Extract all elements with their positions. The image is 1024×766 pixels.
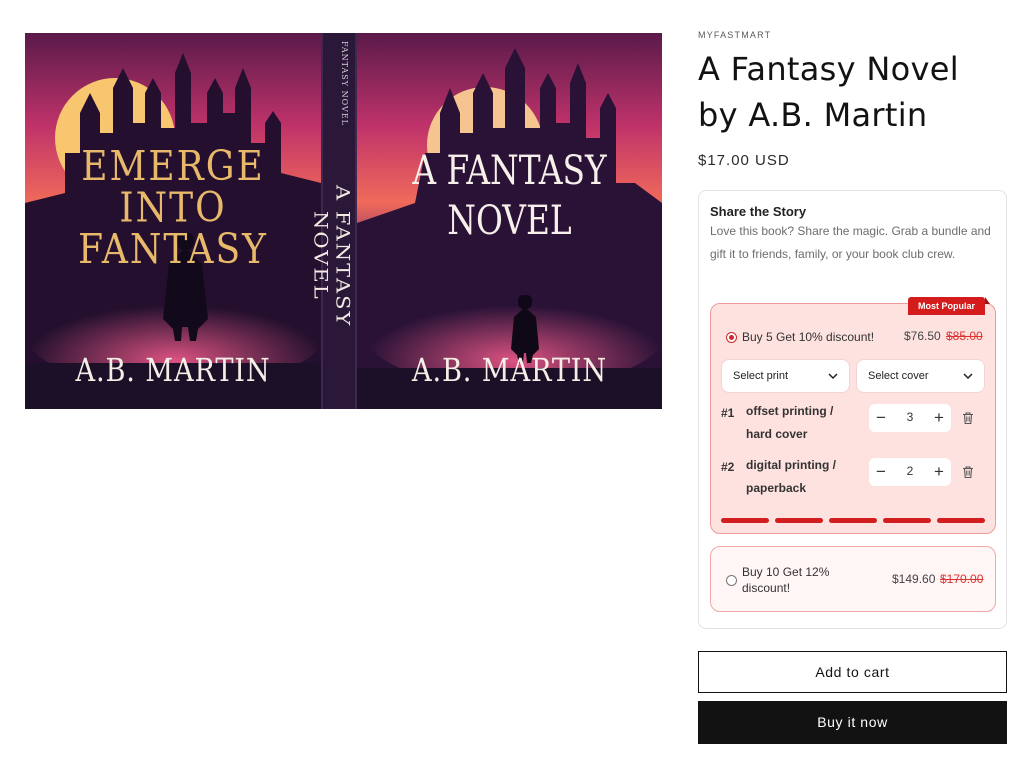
cover-spine-subtitle: FANTASY NOVEL bbox=[340, 41, 349, 126]
decrease-quantity-button[interactable]: − bbox=[871, 408, 891, 428]
cover-front-panel: A FANTASY NOVEL A.B. MARTIN bbox=[357, 33, 662, 409]
bundle-progress-bar bbox=[721, 518, 985, 523]
offer-compare-price: $85.00 bbox=[946, 329, 983, 343]
select-cover-dropdown[interactable]: Select cover bbox=[857, 360, 984, 392]
trash-icon[interactable] bbox=[961, 411, 975, 425]
select-print-label: Select print bbox=[733, 370, 789, 382]
trash-icon[interactable] bbox=[961, 465, 975, 479]
offer-price: $76.50 bbox=[904, 329, 941, 343]
progress-segment bbox=[775, 518, 823, 523]
quantity-value[interactable]: 3 bbox=[899, 410, 921, 424]
cover-back-title: EMERGE INTO FANTASY bbox=[78, 143, 268, 274]
progress-segment bbox=[937, 518, 985, 523]
bundle-header: Share the Story Love this book? Share th… bbox=[710, 204, 995, 265]
item-variant-name: digital printing / paperback bbox=[746, 458, 836, 495]
buy-it-now-button[interactable]: Buy it now bbox=[698, 701, 1007, 744]
offer-label: Buy 10 Get 12% discount! bbox=[742, 565, 830, 595]
cover-front-author: A.B. MARTIN bbox=[411, 351, 608, 389]
item-variant-name: offset printing / hard cover bbox=[746, 404, 834, 441]
bundle-offer-buy-10[interactable]: Buy 10 Get 12% discount! $149.60 $170.00 bbox=[710, 546, 996, 612]
progress-segment bbox=[829, 518, 877, 523]
bundle-item-row: #2 digital printing / paperback − 2 + bbox=[721, 456, 985, 502]
cover-front-title: A FANTASY NOVEL bbox=[384, 146, 634, 246]
bundle-widget: Share the Story Love this book? Share th… bbox=[698, 190, 1007, 629]
quantity-stepper: − 2 + bbox=[869, 458, 951, 486]
bundle-item-row: #1 offset printing / hard cover − 3 + bbox=[721, 402, 985, 448]
item-number: #1 bbox=[721, 406, 735, 420]
offer-radio-selected[interactable] bbox=[726, 332, 737, 343]
add-to-cart-button[interactable]: Add to cart bbox=[698, 651, 1007, 693]
item-number: #2 bbox=[721, 460, 735, 474]
quantity-stepper: − 3 + bbox=[869, 404, 951, 432]
product-image[interactable]: EMERGE INTO FANTASY A.B. MARTIN FANTASY … bbox=[25, 33, 662, 409]
chevron-down-icon bbox=[828, 373, 838, 380]
product-info: MYFASTMART A Fantasy Novel by A.B. Marti… bbox=[698, 30, 1007, 169]
bundle-offer-buy-5[interactable]: Most Popular Buy 5 Get 10% discount! $76… bbox=[710, 297, 996, 534]
cover-front-title-line1: A FANTASY bbox=[412, 148, 607, 194]
bundle-title: Share the Story bbox=[710, 204, 807, 219]
offer-compare-price: $170.00 bbox=[940, 572, 984, 586]
cover-front-title-line2: NOVEL bbox=[447, 198, 572, 244]
quantity-value[interactable]: 2 bbox=[899, 464, 921, 478]
select-print-dropdown[interactable]: Select print bbox=[722, 360, 849, 392]
cover-spine: FANTASY NOVEL A FANTASY NOVEL bbox=[310, 33, 357, 409]
vendor-name: MYFASTMART bbox=[698, 30, 772, 40]
most-popular-badge: Most Popular bbox=[907, 297, 991, 315]
decrease-quantity-button[interactable]: − bbox=[871, 462, 891, 482]
offer-radio[interactable] bbox=[726, 575, 737, 586]
offer-price: $149.60 bbox=[892, 572, 936, 586]
increase-quantity-button[interactable]: + bbox=[929, 408, 949, 428]
progress-segment bbox=[883, 518, 931, 523]
offer-label: Buy 5 Get 10% discount! bbox=[742, 330, 875, 344]
cover-back-author: A.B. MARTIN bbox=[75, 351, 271, 389]
select-cover-label: Select cover bbox=[868, 370, 929, 382]
cover-spine-title: A FANTASY NOVEL bbox=[310, 184, 354, 328]
bundle-description: Love this book? Share the magic. Grab a … bbox=[710, 224, 991, 261]
increase-quantity-button[interactable]: + bbox=[929, 462, 949, 482]
chevron-down-icon bbox=[963, 373, 973, 380]
progress-segment bbox=[721, 518, 769, 523]
product-title: A Fantasy Novel by A.B. Martin bbox=[698, 50, 959, 134]
product-price: $17.00 USD bbox=[698, 152, 790, 169]
cover-back-panel: EMERGE INTO FANTASY A.B. MARTIN bbox=[25, 33, 321, 409]
